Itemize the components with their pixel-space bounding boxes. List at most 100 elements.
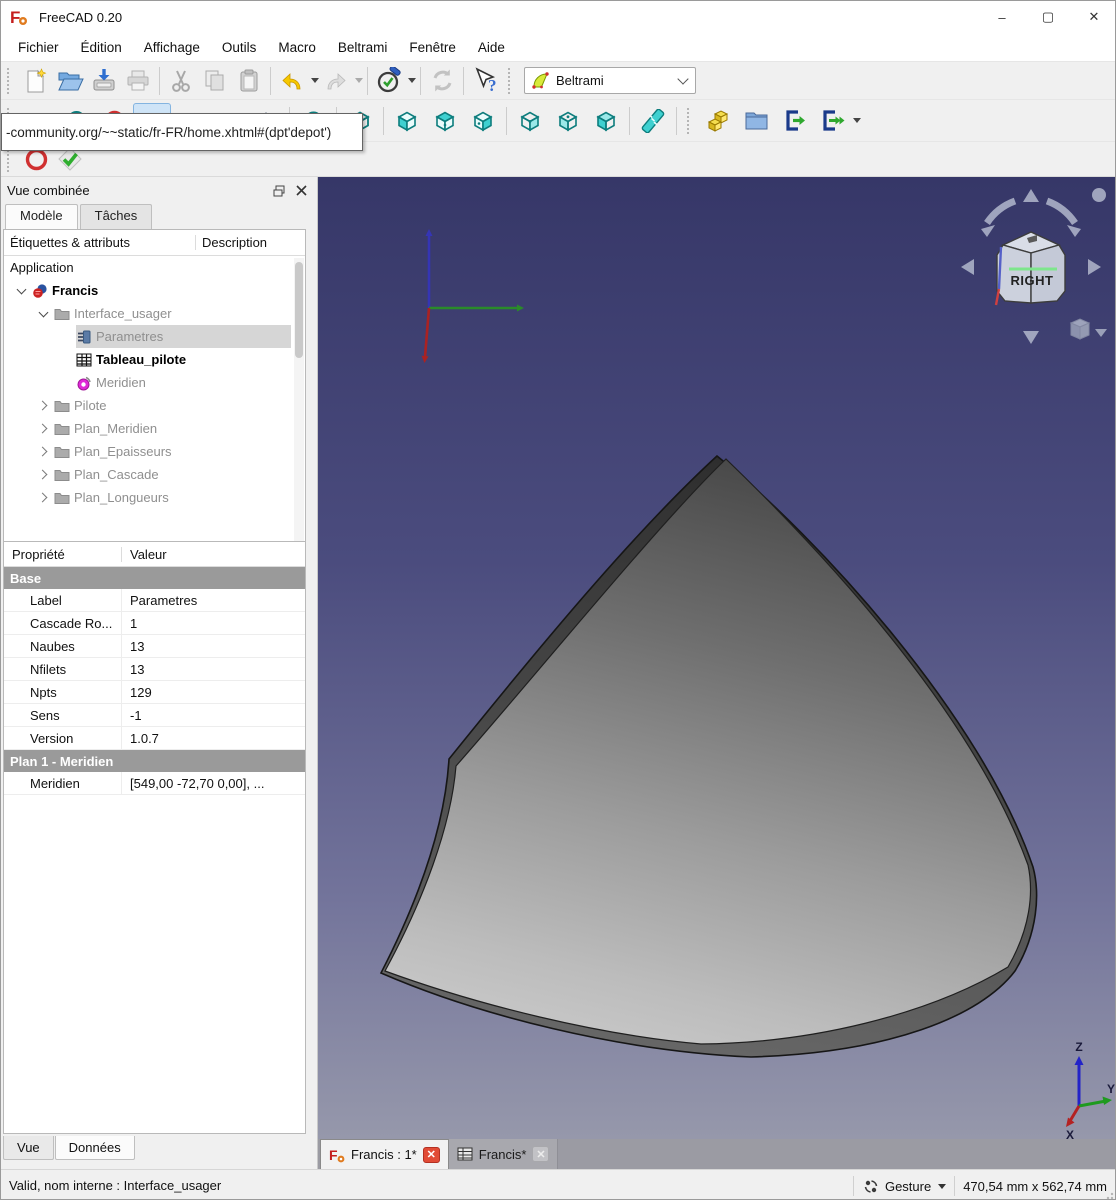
mdi-tab-3d-view[interactable]: F Francis : 1* ✕: [320, 1139, 449, 1169]
navcube-body[interactable]: RIGHT: [996, 232, 1065, 305]
navcube-arrow-down[interactable]: [1023, 331, 1039, 344]
menu-outils[interactable]: Outils: [211, 36, 268, 59]
close-tab-icon[interactable]: ✕: [423, 1147, 440, 1163]
cut-button[interactable]: [164, 65, 198, 97]
property-row-version[interactable]: Version 1.0.7: [4, 727, 305, 750]
property-row-sens[interactable]: Sens -1: [4, 704, 305, 727]
navcube-menu-caret[interactable]: [1095, 329, 1107, 337]
view-top-button[interactable]: [426, 103, 464, 139]
refresh-button[interactable]: [425, 65, 459, 97]
tree-item-francis[interactable]: Francis: [4, 279, 305, 302]
tree-item-plan-longueurs[interactable]: Plan_Longueurs: [4, 486, 305, 509]
toolbar-grip[interactable]: [508, 68, 516, 94]
view-rear-button[interactable]: [511, 103, 549, 139]
tree-item-pilote[interactable]: Pilote: [4, 394, 305, 417]
blade-front-surface[interactable]: [385, 459, 1031, 1044]
tab-modele[interactable]: Modèle: [5, 204, 78, 229]
close-panel-icon[interactable]: [290, 181, 312, 201]
navcube-arrow-right[interactable]: [1088, 259, 1101, 275]
property-row-meridien[interactable]: Meridien [549,00 -72,70 0,00], ...: [4, 772, 305, 795]
open-document-button[interactable]: [53, 65, 87, 97]
window-resize-grip[interactable]: [1106, 1190, 1116, 1200]
tree-item-parametres[interactable]: Parametres: [4, 325, 305, 348]
property-row-nfilets[interactable]: Nfilets 13: [4, 658, 305, 681]
tree-item-interface-usager[interactable]: Interface_usager: [4, 302, 305, 325]
tab-donnees[interactable]: Données: [55, 1136, 135, 1160]
menu-aide[interactable]: Aide: [467, 36, 516, 59]
property-column-value[interactable]: Valeur: [122, 547, 167, 562]
property-section-base[interactable]: Base: [4, 567, 305, 589]
mdi-tab-spreadsheet[interactable]: Francis* ✕: [449, 1139, 559, 1169]
expander-closed-icon[interactable]: [38, 493, 48, 503]
toolbar-grip[interactable]: [687, 108, 695, 134]
export-link-all-button[interactable]: [813, 103, 851, 139]
tree-item-application[interactable]: Application: [4, 256, 305, 279]
close-tab-icon[interactable]: ✕: [532, 1146, 549, 1162]
view-front-button[interactable]: [388, 103, 426, 139]
close-button[interactable]: ✕: [1071, 1, 1116, 33]
tree-item-meridien[interactable]: Meridien: [4, 371, 305, 394]
redo-dropdown-caret[interactable]: [355, 78, 363, 83]
view-right-button[interactable]: [464, 103, 502, 139]
property-row-npts[interactable]: Npts 129: [4, 681, 305, 704]
refresh-dropdown-caret[interactable]: [408, 78, 416, 83]
menu-beltrami[interactable]: Beltrami: [327, 36, 399, 59]
property-row-naubes[interactable]: Naubes 13: [4, 635, 305, 658]
tab-vue[interactable]: Vue: [3, 1136, 54, 1160]
copy-button[interactable]: [198, 65, 232, 97]
maximize-button[interactable]: ▢: [1025, 1, 1071, 33]
print-button[interactable]: [121, 65, 155, 97]
navcube-home-dot[interactable]: [1092, 188, 1106, 202]
expander-closed-icon[interactable]: [38, 424, 48, 434]
navcube-arrow-up[interactable]: [1023, 189, 1039, 202]
navcube-minicube[interactable]: [1071, 319, 1089, 339]
toolbar-grip[interactable]: [7, 68, 15, 94]
expander-closed-icon[interactable]: [38, 447, 48, 457]
macro-parts-button[interactable]: [699, 103, 737, 139]
scrollbar-thumb[interactable]: [295, 262, 303, 358]
property-column-name[interactable]: Propriété: [4, 547, 122, 562]
navcube-arrow-left[interactable]: [961, 259, 974, 275]
undo-dropdown-caret[interactable]: [311, 78, 319, 83]
property-section-plan1-meridien[interactable]: Plan 1 - Meridien: [4, 750, 305, 772]
tree-item-tableau-pilote[interactable]: Tableau_pilote: [4, 348, 305, 371]
expander-open-icon[interactable]: [16, 286, 26, 296]
3d-viewport[interactable]: Z Y X: [318, 177, 1116, 1139]
refresh-check-button[interactable]: [372, 65, 406, 97]
tree-item-plan-meridien[interactable]: Plan_Meridien: [4, 417, 305, 440]
property-row-label[interactable]: Label Parametres: [4, 589, 305, 612]
undo-button[interactable]: [275, 65, 309, 97]
tree-item-plan-epaisseurs[interactable]: Plan_Epaisseurs: [4, 440, 305, 463]
menu-fichier[interactable]: Fichier: [7, 36, 70, 59]
expander-closed-icon[interactable]: [38, 470, 48, 480]
float-panel-icon[interactable]: [268, 181, 290, 201]
export-link-button[interactable]: [775, 103, 813, 139]
property-row-cascade[interactable]: Cascade Ro... 1: [4, 612, 305, 635]
new-document-button[interactable]: [19, 65, 53, 97]
menu-macro[interactable]: Macro: [267, 36, 327, 59]
save-document-button[interactable]: [87, 65, 121, 97]
tree-column-description[interactable]: Description: [196, 235, 267, 250]
measure-distance-button[interactable]: [634, 103, 672, 139]
navigation-style-selector[interactable]: Gesture: [862, 1179, 946, 1194]
menu-affichage[interactable]: Affichage: [133, 36, 211, 59]
tab-taches[interactable]: Tâches: [80, 204, 153, 229]
view-bottom-button[interactable]: [549, 103, 587, 139]
tree-column-labels[interactable]: Étiquettes & attributs: [4, 235, 196, 250]
expander-open-icon[interactable]: [38, 309, 48, 319]
paste-button[interactable]: [232, 65, 266, 97]
workbench-selector[interactable]: Beltrami: [524, 67, 696, 94]
export-dropdown-caret[interactable]: [853, 118, 861, 123]
menu-fenetre[interactable]: Fenêtre: [398, 36, 467, 59]
whats-this-button[interactable]: ?: [468, 65, 502, 97]
redo-button[interactable]: [319, 65, 353, 97]
group-folder-button[interactable]: [737, 103, 775, 139]
view-left-button[interactable]: [587, 103, 625, 139]
minimize-button[interactable]: –: [979, 1, 1025, 33]
navigation-cube[interactable]: RIGHT: [953, 181, 1111, 353]
navcube-rotate-cw[interactable]: [1047, 201, 1075, 223]
menu-edition[interactable]: Édition: [70, 36, 133, 59]
navcube-rotate-ccw[interactable]: [987, 201, 1015, 223]
expander-closed-icon[interactable]: [38, 401, 48, 411]
tree-item-plan-cascade[interactable]: Plan_Cascade: [4, 463, 305, 486]
